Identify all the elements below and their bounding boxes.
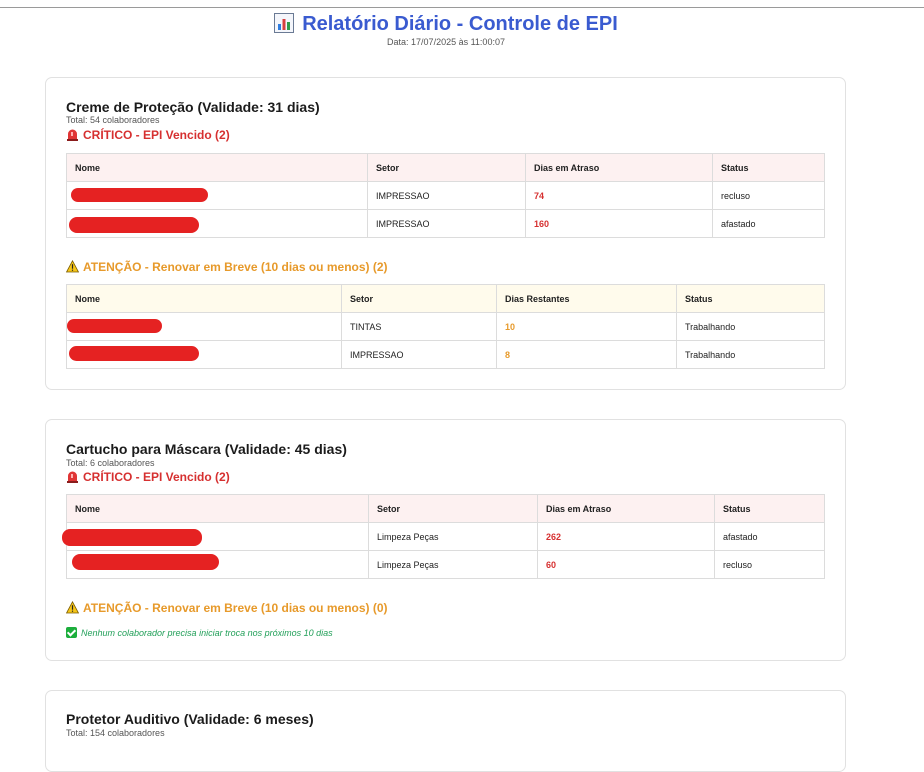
- bar-chart-icon: [274, 13, 295, 33]
- redaction-mark: [71, 188, 208, 202]
- redaction-mark: [72, 554, 219, 570]
- col-header-setor: Setor: [341, 284, 497, 313]
- status-cell: recluso: [712, 181, 825, 210]
- report-title-text: Relatório Diário - Controle de EPI: [302, 13, 618, 35]
- epi-card-title: Creme de Proteção (Validade: 31 dias): [66, 99, 320, 115]
- warning-table: Nome Setor Dias Restantes Status TINTAS …: [66, 284, 825, 369]
- epi-card-title: Protetor Auditivo (Validade: 6 meses): [66, 711, 314, 727]
- days-overdue-cell: 74: [525, 181, 713, 210]
- name-cell-redacted: [62, 522, 369, 551]
- redaction-mark: [67, 319, 162, 333]
- top-divider: [0, 7, 924, 8]
- table-row: IMPRESSAO 8 Trabalhando: [66, 340, 825, 369]
- table-row: Limpeza Peças 262 afastado: [62, 522, 825, 551]
- critical-section-label: CRÍTICO - EPI Vencido (2): [83, 470, 230, 484]
- critical-section-label: CRÍTICO - EPI Vencido (2): [83, 128, 230, 142]
- days-remaining-cell: 8: [496, 340, 677, 369]
- status-cell: afastado: [712, 209, 825, 238]
- warning-section-header: ATENÇÃO - Renovar em Breve (10 dias ou m…: [66, 601, 388, 615]
- epi-card-protetor: Protetor Auditivo (Validade: 6 meses) To…: [45, 690, 846, 772]
- epi-card-total: Total: 154 colaboradores: [66, 728, 165, 738]
- epi-card-total: Total: 54 colaboradores: [66, 115, 160, 125]
- table-header-row: Nome Setor Dias Restantes Status: [66, 284, 825, 313]
- days-overdue-cell: 160: [525, 209, 713, 238]
- table-row: IMPRESSAO 74 recluso: [66, 181, 825, 210]
- table-header-row: Nome Setor Dias em Atraso Status: [66, 494, 825, 523]
- col-header-status: Status: [712, 153, 825, 182]
- table-row: IMPRESSAO 160 afastado: [66, 209, 825, 238]
- siren-icon: [67, 129, 78, 141]
- critical-section-header: CRÍTICO - EPI Vencido (2): [66, 128, 230, 142]
- no-renewal-message: Nenhum colaborador precisa iniciar troca…: [66, 627, 333, 638]
- col-header-setor: Setor: [367, 153, 526, 182]
- col-header-dias: Dias em Atraso: [525, 153, 713, 182]
- redaction-mark: [69, 217, 199, 233]
- col-header-status: Status: [714, 494, 825, 523]
- col-header-dias: Dias Restantes: [496, 284, 677, 313]
- report-header: Relatório Diário - Controle de EPI Data:…: [0, 10, 892, 47]
- critical-table: Nome Setor Dias em Atraso Status IMPRESS…: [66, 153, 825, 238]
- warning-icon: [66, 260, 79, 273]
- status-cell: afastado: [714, 522, 825, 551]
- warning-icon: [66, 601, 79, 614]
- redaction-mark: [69, 346, 199, 361]
- sector-cell: TINTAS: [341, 312, 497, 341]
- days-overdue-cell: 262: [537, 522, 715, 551]
- critical-table: Nome Setor Dias em Atraso Status Limpeza…: [62, 494, 825, 579]
- table-row: Limpeza Peças 60 recluso: [66, 550, 825, 579]
- report-title: Relatório Diário - Controle de EPI: [0, 10, 892, 38]
- name-cell-redacted: [66, 550, 369, 579]
- sector-cell: IMPRESSAO: [367, 209, 526, 238]
- warning-section-label: ATENÇÃO - Renovar em Breve (10 dias ou m…: [83, 601, 388, 615]
- epi-card-title: Cartucho para Máscara (Validade: 45 dias…: [66, 441, 347, 457]
- col-header-nome: Nome: [66, 494, 369, 523]
- no-renewal-text: Nenhum colaborador precisa iniciar troca…: [81, 628, 333, 638]
- days-remaining-cell: 10: [496, 312, 677, 341]
- status-cell: recluso: [714, 550, 825, 579]
- col-header-nome: Nome: [66, 284, 342, 313]
- col-header-status: Status: [676, 284, 825, 313]
- epi-card-total: Total: 6 colaboradores: [66, 458, 155, 468]
- critical-section-header: CRÍTICO - EPI Vencido (2): [66, 470, 230, 484]
- col-header-setor: Setor: [368, 494, 538, 523]
- epi-card-creme: Creme de Proteção (Validade: 31 dias) To…: [45, 77, 846, 390]
- status-cell: Trabalhando: [676, 340, 825, 369]
- sector-cell: IMPRESSAO: [367, 181, 526, 210]
- table-row: TINTAS 10 Trabalhando: [66, 312, 825, 341]
- warning-section-header: ATENÇÃO - Renovar em Breve (10 dias ou m…: [66, 260, 388, 274]
- status-cell: Trabalhando: [676, 312, 825, 341]
- name-cell-redacted: [66, 209, 368, 238]
- sector-cell: IMPRESSAO: [341, 340, 497, 369]
- siren-icon: [67, 471, 78, 483]
- sector-cell: Limpeza Peças: [368, 522, 538, 551]
- days-overdue-cell: 60: [537, 550, 715, 579]
- warning-section-label: ATENÇÃO - Renovar em Breve (10 dias ou m…: [83, 260, 388, 274]
- redaction-mark: [62, 529, 202, 546]
- epi-card-cartucho: Cartucho para Máscara (Validade: 45 dias…: [45, 419, 846, 661]
- name-cell-redacted: [66, 312, 342, 341]
- col-header-dias: Dias em Atraso: [537, 494, 715, 523]
- table-header-row: Nome Setor Dias em Atraso Status: [66, 153, 825, 182]
- col-header-nome: Nome: [66, 153, 368, 182]
- report-date: Data: 17/07/2025 às 11:00:07: [387, 37, 505, 47]
- name-cell-redacted: [66, 340, 342, 369]
- sector-cell: Limpeza Peças: [368, 550, 538, 579]
- name-cell-redacted: [66, 181, 368, 210]
- check-mark-icon: [66, 627, 77, 638]
